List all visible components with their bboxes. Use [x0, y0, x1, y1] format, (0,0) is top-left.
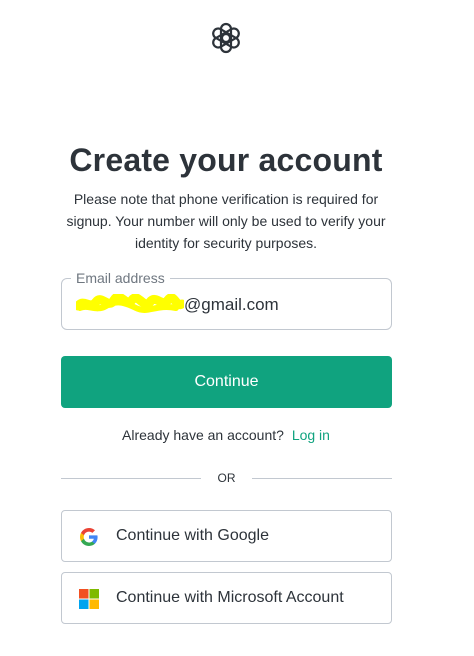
continue-button[interactable]: Continue	[61, 356, 392, 408]
continue-with-google-button[interactable]: Continue with Google	[61, 510, 392, 562]
openai-logo-icon	[212, 22, 240, 54]
divider-line-right	[252, 478, 392, 479]
email-field-value[interactable]: @gmail.com	[76, 294, 279, 316]
page-title: Create your account	[69, 142, 383, 178]
email-field-label: Email address	[71, 269, 170, 287]
google-icon	[80, 528, 98, 546]
login-link[interactable]: Log in	[292, 427, 330, 443]
redaction-scribble	[76, 294, 184, 313]
or-divider: OR	[61, 470, 392, 486]
signup-page: Create your account Please note that pho…	[0, 0, 474, 656]
email-field[interactable]: Email address @gmail.com	[61, 269, 392, 330]
microsoft-icon	[79, 589, 99, 609]
login-row: Already have an account? Log in	[0, 427, 452, 443]
login-prompt: Already have an account?	[122, 427, 284, 443]
verification-note: Please note that phone verification is r…	[66, 191, 386, 251]
google-button-label: Continue with Google	[116, 527, 269, 544]
continue-with-microsoft-button[interactable]: Continue with Microsoft Account	[61, 572, 392, 624]
email-value-suffix: @gmail.com	[184, 295, 279, 314]
microsoft-button-label: Continue with Microsoft Account	[116, 589, 344, 606]
